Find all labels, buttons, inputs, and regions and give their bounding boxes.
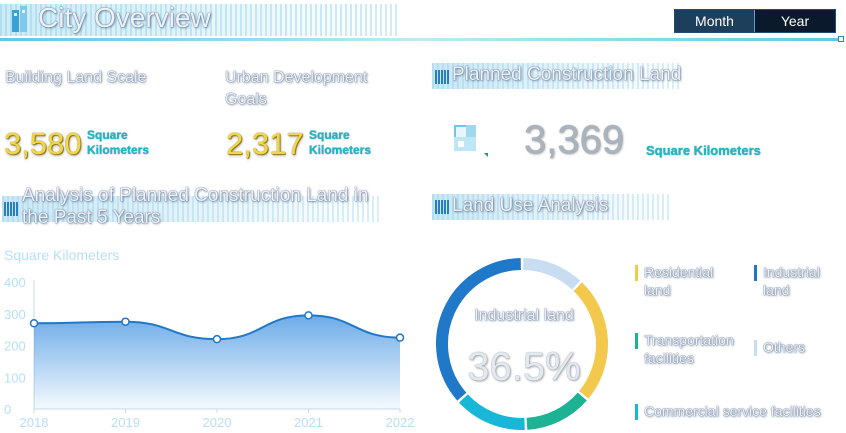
x-tick-label: 2019	[111, 415, 140, 430]
legend-item-transportation[interactable]: Transportation facilities	[635, 331, 734, 367]
area-chart: 0 100 200 300 400 2018 2019 2020 2021 2022	[4, 275, 415, 430]
section-marker-icon	[435, 70, 449, 84]
land-use-title: Land Use Analysis	[452, 195, 609, 216]
kpi-building-land-unit: Square Kilometers	[87, 128, 149, 158]
data-point[interactable]	[29, 319, 39, 328]
y-tick-label: 200	[4, 339, 26, 354]
area-fill	[34, 315, 400, 409]
legend-label: Others	[763, 339, 806, 355]
legend-label: Transportation facilities	[644, 332, 734, 366]
kpi-label-line: Goals	[225, 91, 267, 108]
data-point[interactable]	[212, 334, 222, 344]
legend-item-industrial[interactable]: Industrial land	[754, 263, 820, 299]
kpi-building-land-label: Building Land Scale	[5, 69, 147, 86]
city-building-icon	[12, 6, 27, 32]
donut-center-value: 36.5%	[467, 345, 581, 389]
donut-slice[interactable]	[459, 394, 525, 430]
kpi-urban-goals-label: Urban Development Goals	[225, 67, 367, 111]
kpi-building-land-value: 3,580	[4, 126, 82, 161]
kpi-urban-goals-unit: Square Kilometers	[309, 128, 371, 158]
page-title: City Overview	[38, 2, 211, 33]
legend-item-others[interactable]: Others	[754, 338, 805, 356]
planned-construction-value: 3,369	[524, 118, 625, 162]
legend-swatch	[754, 340, 757, 356]
section-marker-icon	[4, 202, 18, 216]
y-tick-label: 100	[4, 370, 26, 385]
kpi-unit-line: Square	[87, 128, 128, 142]
data-point[interactable]	[304, 311, 313, 320]
analysis-title-line: the Past 5 Years	[22, 207, 161, 228]
y-tick-label: 0	[4, 402, 11, 417]
legend-item-residential[interactable]: Residential land	[635, 263, 713, 299]
y-tick-label: 400	[4, 275, 26, 290]
kpi-unit-line: Square	[309, 128, 350, 142]
kpi-unit-line: Kilometers	[309, 143, 372, 157]
legend-swatch	[754, 265, 757, 281]
section-marker-icon	[435, 200, 449, 214]
header: City Overview Month Year	[0, 0, 846, 44]
donut-slice[interactable]	[522, 258, 581, 290]
planned-construction-title: Planned Construction Land	[452, 64, 682, 85]
legend-item-commercial[interactable]: Commercial service facilities	[635, 402, 821, 420]
legend-label: Commercial service facilities	[644, 403, 821, 419]
layers-icon	[454, 125, 488, 157]
x-tick-label: 2021	[294, 415, 323, 430]
x-tick-label: 2022	[386, 415, 415, 430]
x-tick-label: 2018	[20, 415, 49, 430]
kpi-urban-goals-value: 2,317	[226, 126, 304, 161]
year-button[interactable]: Year	[755, 10, 835, 32]
y-tick-label: 300	[4, 307, 26, 322]
legend-swatch	[635, 404, 638, 420]
legend-swatch	[635, 333, 638, 349]
analysis-title-line: Analysis of Planned Construction Land in	[22, 185, 369, 206]
donut-center-label: Industrial land	[474, 307, 574, 324]
legend-label: Residential land	[644, 264, 714, 298]
data-point[interactable]	[395, 333, 405, 342]
month-button[interactable]: Month	[675, 10, 755, 32]
data-point[interactable]	[121, 317, 130, 326]
kpi-unit-line: Kilometers	[87, 143, 150, 157]
planned-construction-unit: Square Kilometers	[646, 143, 761, 158]
period-toggle: Month Year	[674, 9, 836, 33]
kpi-label-line: Urban Development	[225, 69, 368, 86]
analysis-title: Analysis of Planned Construction Land in…	[22, 185, 402, 229]
legend-label: Industrial land	[763, 264, 820, 298]
donut-slice[interactable]	[526, 392, 587, 430]
header-divider	[0, 38, 842, 41]
legend-swatch	[635, 265, 638, 281]
x-tick-label: 2020	[203, 415, 232, 430]
header-divider-end	[838, 36, 844, 42]
chart-y-unit: Square Kilometers	[4, 247, 120, 263]
